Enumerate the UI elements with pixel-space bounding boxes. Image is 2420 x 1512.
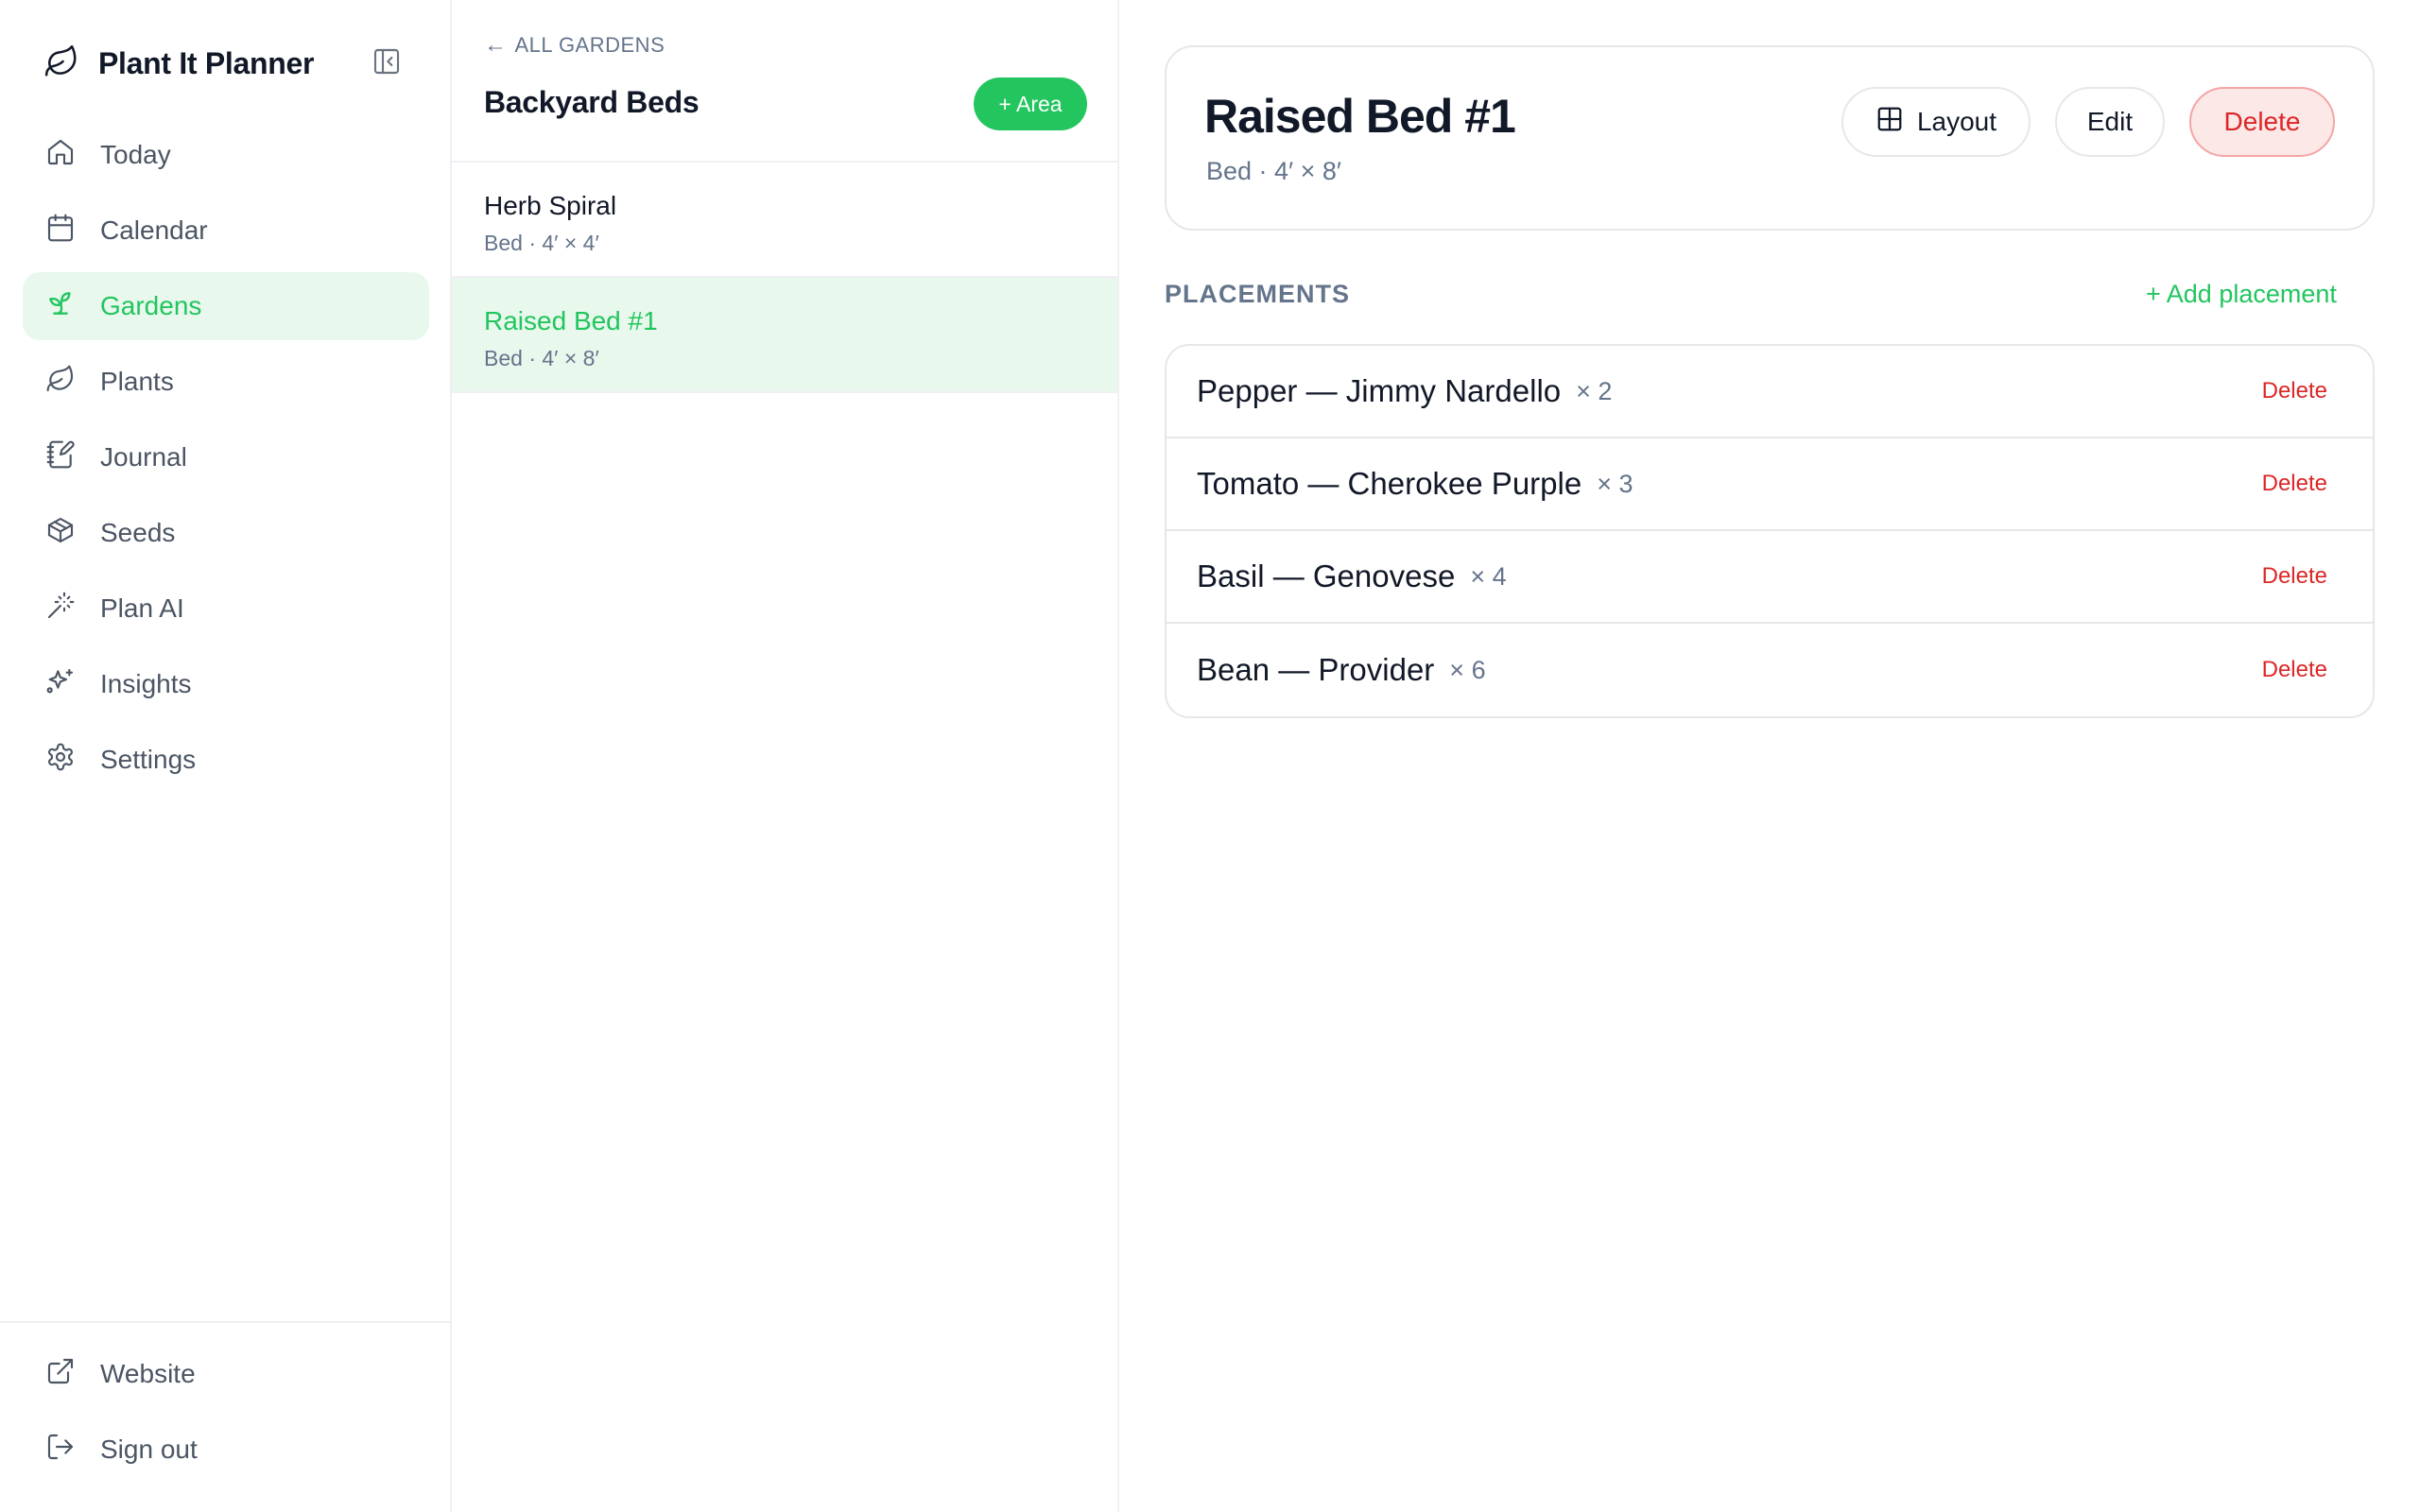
placement-name: Pepper — Jimmy Nardello — [1197, 373, 1562, 408]
layout-button-label: Layout — [1916, 107, 1997, 136]
external-link-icon — [45, 1356, 76, 1393]
home-icon — [45, 137, 76, 174]
sprout-icon — [45, 288, 76, 325]
sidebar-item-gardens[interactable]: Gardens — [23, 272, 429, 340]
sidebar-item-today[interactable]: Today — [23, 121, 429, 189]
placement-row: Pepper — Jimmy Nardello × 2 Delete — [1167, 346, 2373, 438]
sidebar-item-label: Website — [100, 1359, 196, 1388]
placement-name: Bean — Provider — [1197, 652, 1435, 687]
sidebar-item-label: Journal — [100, 442, 187, 472]
sidebar-nav: Today Calendar Gardens Plants Journal Se… — [23, 121, 429, 801]
area-meta: Bed · 4′ × 8′ — [484, 346, 599, 370]
sidebar-item-label: Today — [100, 140, 171, 169]
sidebar-item-sign-out[interactable]: Sign out — [23, 1416, 427, 1484]
area-list: Herb Spiral Bed · 4′ × 4′ Raised Bed #1 … — [452, 161, 1117, 393]
sidebar-item-label: Plan AI — [100, 593, 184, 623]
placement-quantity: × 2 — [1576, 376, 1613, 405]
gear-icon — [45, 742, 76, 779]
area-name: Herb Spiral — [484, 191, 617, 220]
grid-icon — [1876, 105, 1917, 140]
sidebar-item-settings[interactable]: Settings — [23, 726, 429, 794]
placement-quantity: × 4 — [1470, 561, 1507, 591]
package-icon — [45, 515, 76, 552]
area-meta: Bed · 4′ × 4′ — [484, 231, 599, 255]
garden-title: Backyard Beds — [484, 85, 700, 119]
sidebar-item-plants[interactable]: Plants — [23, 348, 429, 416]
notebook-pen-icon — [45, 439, 76, 476]
area-item-herb-spiral[interactable]: Herb Spiral Bed · 4′ × 4′ — [452, 163, 1117, 278]
sidebar-item-label: Gardens — [100, 291, 202, 320]
layout-button[interactable]: Layout — [1841, 87, 2031, 157]
placement-row: Tomato — Cherokee Purple × 3 Delete — [1167, 438, 2373, 531]
sidebar-item-label: Calendar — [100, 215, 208, 245]
sidebar: Plant It Planner Today Calendar Gardens … — [0, 0, 452, 1512]
sidebar-item-label: Plants — [100, 367, 174, 396]
sidebar-item-label: Settings — [100, 745, 197, 774]
app-name: Plant It Planner — [98, 45, 315, 80]
area-title: Raised Bed #1 — [1204, 90, 1516, 143]
sidebar-item-label: Seeds — [100, 518, 176, 547]
sidebar-item-insights[interactable]: Insights — [23, 650, 429, 718]
panel-left-close-icon — [372, 46, 402, 81]
sidebar-item-journal[interactable]: Journal — [23, 423, 429, 491]
collapse-sidebar-button[interactable] — [369, 45, 405, 81]
wand-icon — [45, 591, 76, 627]
delete-placement-button[interactable]: Delete — [2262, 378, 2327, 404]
sidebar-item-calendar[interactable]: Calendar — [23, 197, 429, 265]
placement-quantity: × 3 — [1597, 469, 1634, 498]
sidebar-footer: Website Sign out — [0, 1321, 450, 1491]
arrow-left-icon: ← — [484, 32, 508, 58]
area-item-raised-bed-1[interactable]: Raised Bed #1 Bed · 4′ × 8′ — [452, 278, 1117, 393]
log-out-icon — [45, 1432, 76, 1469]
add-placement-link[interactable]: + Add placement — [2146, 280, 2337, 309]
all-gardens-link[interactable]: ← ALL GARDENS — [484, 32, 665, 59]
sidebar-item-seeds[interactable]: Seeds — [23, 499, 429, 567]
area-name: Raised Bed #1 — [484, 306, 658, 335]
sidebar-item-website[interactable]: Website — [23, 1340, 427, 1408]
sidebar-item-plan-ai[interactable]: Plan AI — [23, 575, 429, 643]
placement-row: Bean — Provider × 6 Delete — [1167, 624, 2373, 716]
garden-areas-panel: ← ALL GARDENS Backyard Beds + Area Herb … — [452, 0, 1119, 1512]
brand[interactable]: Plant It Planner — [43, 42, 314, 85]
placement-name: Tomato — Cherokee Purple — [1197, 466, 1582, 501]
delete-area-button[interactable]: Delete — [2189, 87, 2335, 157]
placement-quantity: × 6 — [1449, 655, 1486, 684]
delete-placement-button[interactable]: Delete — [2262, 563, 2327, 590]
sidebar-item-label: Sign out — [100, 1435, 198, 1464]
placement-name: Basil — Genovese — [1197, 558, 1456, 593]
placements-list: Pepper — Jimmy Nardello × 2 Delete Tomat… — [1165, 344, 2375, 718]
edit-button[interactable]: Edit — [2055, 87, 2165, 157]
sparkles-icon — [45, 666, 76, 703]
leaf-icon — [45, 364, 76, 401]
delete-placement-button[interactable]: Delete — [2262, 657, 2327, 683]
placements-heading: PLACEMENTS — [1165, 280, 1351, 308]
back-link-label: ALL GARDENS — [514, 33, 666, 57]
placement-row: Basil — Genovese × 4 Delete — [1167, 531, 2373, 624]
area-header-card: Raised Bed #1 Bed · 4′ × 8′ Layout Edit … — [1165, 45, 2375, 231]
calendar-icon — [45, 213, 76, 249]
sidebar-item-label: Insights — [100, 669, 192, 698]
add-area-button[interactable]: + Area — [974, 77, 1087, 130]
leaf-logo-icon — [43, 43, 79, 84]
delete-placement-button[interactable]: Delete — [2262, 471, 2327, 497]
area-meta: Bed · 4′ × 8′ — [1206, 157, 1341, 185]
